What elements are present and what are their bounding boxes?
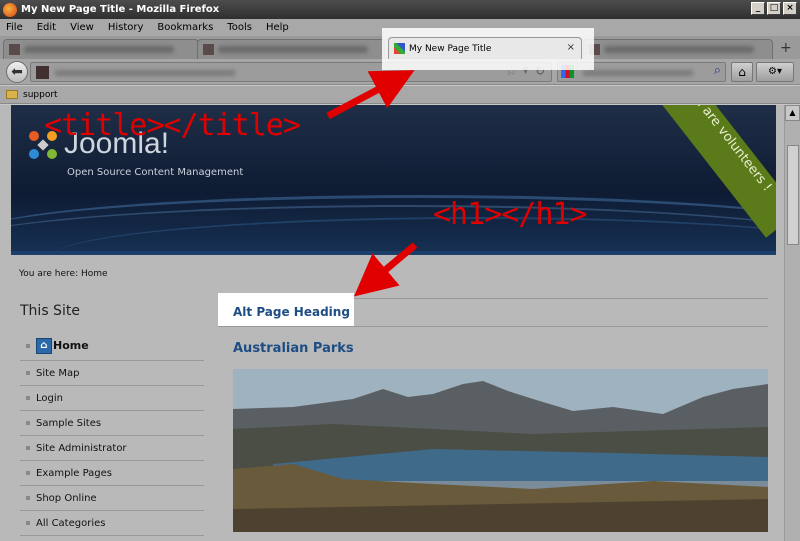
menu-help[interactable]: Help xyxy=(266,22,289,33)
folder-icon xyxy=(6,90,18,99)
sidebar-item-shop-online[interactable]: Shop Online xyxy=(20,486,204,511)
mountain-lake-photo xyxy=(233,369,768,532)
tab-blurred-3[interactable] xyxy=(583,39,773,59)
sidebar-item-login[interactable]: Login xyxy=(20,386,204,411)
search-icon[interactable]: ⌕ xyxy=(714,63,721,78)
home-icon: ⌂ xyxy=(36,337,52,354)
bookmark-support[interactable]: support xyxy=(23,90,58,100)
back-button[interactable]: ⬅ xyxy=(6,61,28,83)
firefox-icon xyxy=(3,2,17,17)
sidebar-item-sample-sites[interactable]: Sample Sites xyxy=(20,411,204,436)
joomla-favicon xyxy=(394,43,405,54)
sidebar-menu: ⌂ Home Site Map Login Sample Sites Site A… xyxy=(20,331,204,536)
vertical-scrollbar[interactable]: ▲ xyxy=(784,105,800,541)
maximize-button[interactable]: □ xyxy=(767,2,781,15)
menu-history[interactable]: History xyxy=(108,22,144,33)
new-tab-button[interactable]: + xyxy=(780,40,792,56)
addon-menu-button[interactable]: ⚙▾ xyxy=(756,62,794,82)
tab-active[interactable]: My New Page Title × xyxy=(388,37,582,59)
minimize-button[interactable]: _ xyxy=(751,2,765,15)
site-favicon xyxy=(36,66,49,79)
sidebar-item-site-map[interactable]: Site Map xyxy=(20,361,204,386)
close-window-button[interactable]: × xyxy=(783,2,797,15)
window-titlebar: My New Page Title - Mozilla Firefox _ □ … xyxy=(0,0,800,19)
h1-tag-annotation: <h1></h1> xyxy=(433,197,588,232)
scroll-thumb[interactable] xyxy=(787,145,799,245)
article-heading[interactable]: Australian Parks xyxy=(233,341,354,356)
page-content: Joomla! Open Source Content Management W… xyxy=(0,105,784,541)
tab-favicon xyxy=(203,44,214,55)
alt-page-heading: Alt Page Heading xyxy=(233,305,350,319)
menu-edit[interactable]: Edit xyxy=(37,22,56,33)
menu-tools[interactable]: Tools xyxy=(227,22,252,33)
divider xyxy=(218,326,768,327)
bookmarks-toolbar: support xyxy=(0,86,800,104)
joomla-tagline: Open Source Content Management xyxy=(67,167,244,178)
sidebar-item-home[interactable]: ⌂ Home xyxy=(20,331,204,361)
title-tag-annotation: <title></title> xyxy=(44,108,301,143)
menu-file[interactable]: File xyxy=(6,22,23,33)
tab-close-icon[interactable]: × xyxy=(567,42,575,53)
home-button[interactable]: ⌂ xyxy=(731,62,753,82)
menu-view[interactable]: View xyxy=(70,22,94,33)
sidebar-item-site-administrator[interactable]: Site Administrator xyxy=(20,436,204,461)
search-text-blurred xyxy=(583,70,693,76)
tab-blurred-2[interactable] xyxy=(197,39,385,59)
menu-bookmarks[interactable]: Bookmarks xyxy=(157,22,213,33)
sidebar-item-example-pages[interactable]: Example Pages xyxy=(20,461,204,486)
tab-active-label: My New Page Title xyxy=(409,43,492,54)
scroll-up-icon[interactable]: ▲ xyxy=(785,105,800,121)
sidebar-item-all-categories[interactable]: All Categories xyxy=(20,511,204,536)
tab-blurred-1[interactable] xyxy=(3,39,199,59)
breadcrumb: You are here: Home xyxy=(19,269,108,279)
window-title: My New Page Title - Mozilla Firefox xyxy=(21,4,220,15)
url-text-blurred xyxy=(55,70,235,76)
sidebar-heading: This Site xyxy=(20,303,80,319)
tab-favicon xyxy=(9,44,20,55)
